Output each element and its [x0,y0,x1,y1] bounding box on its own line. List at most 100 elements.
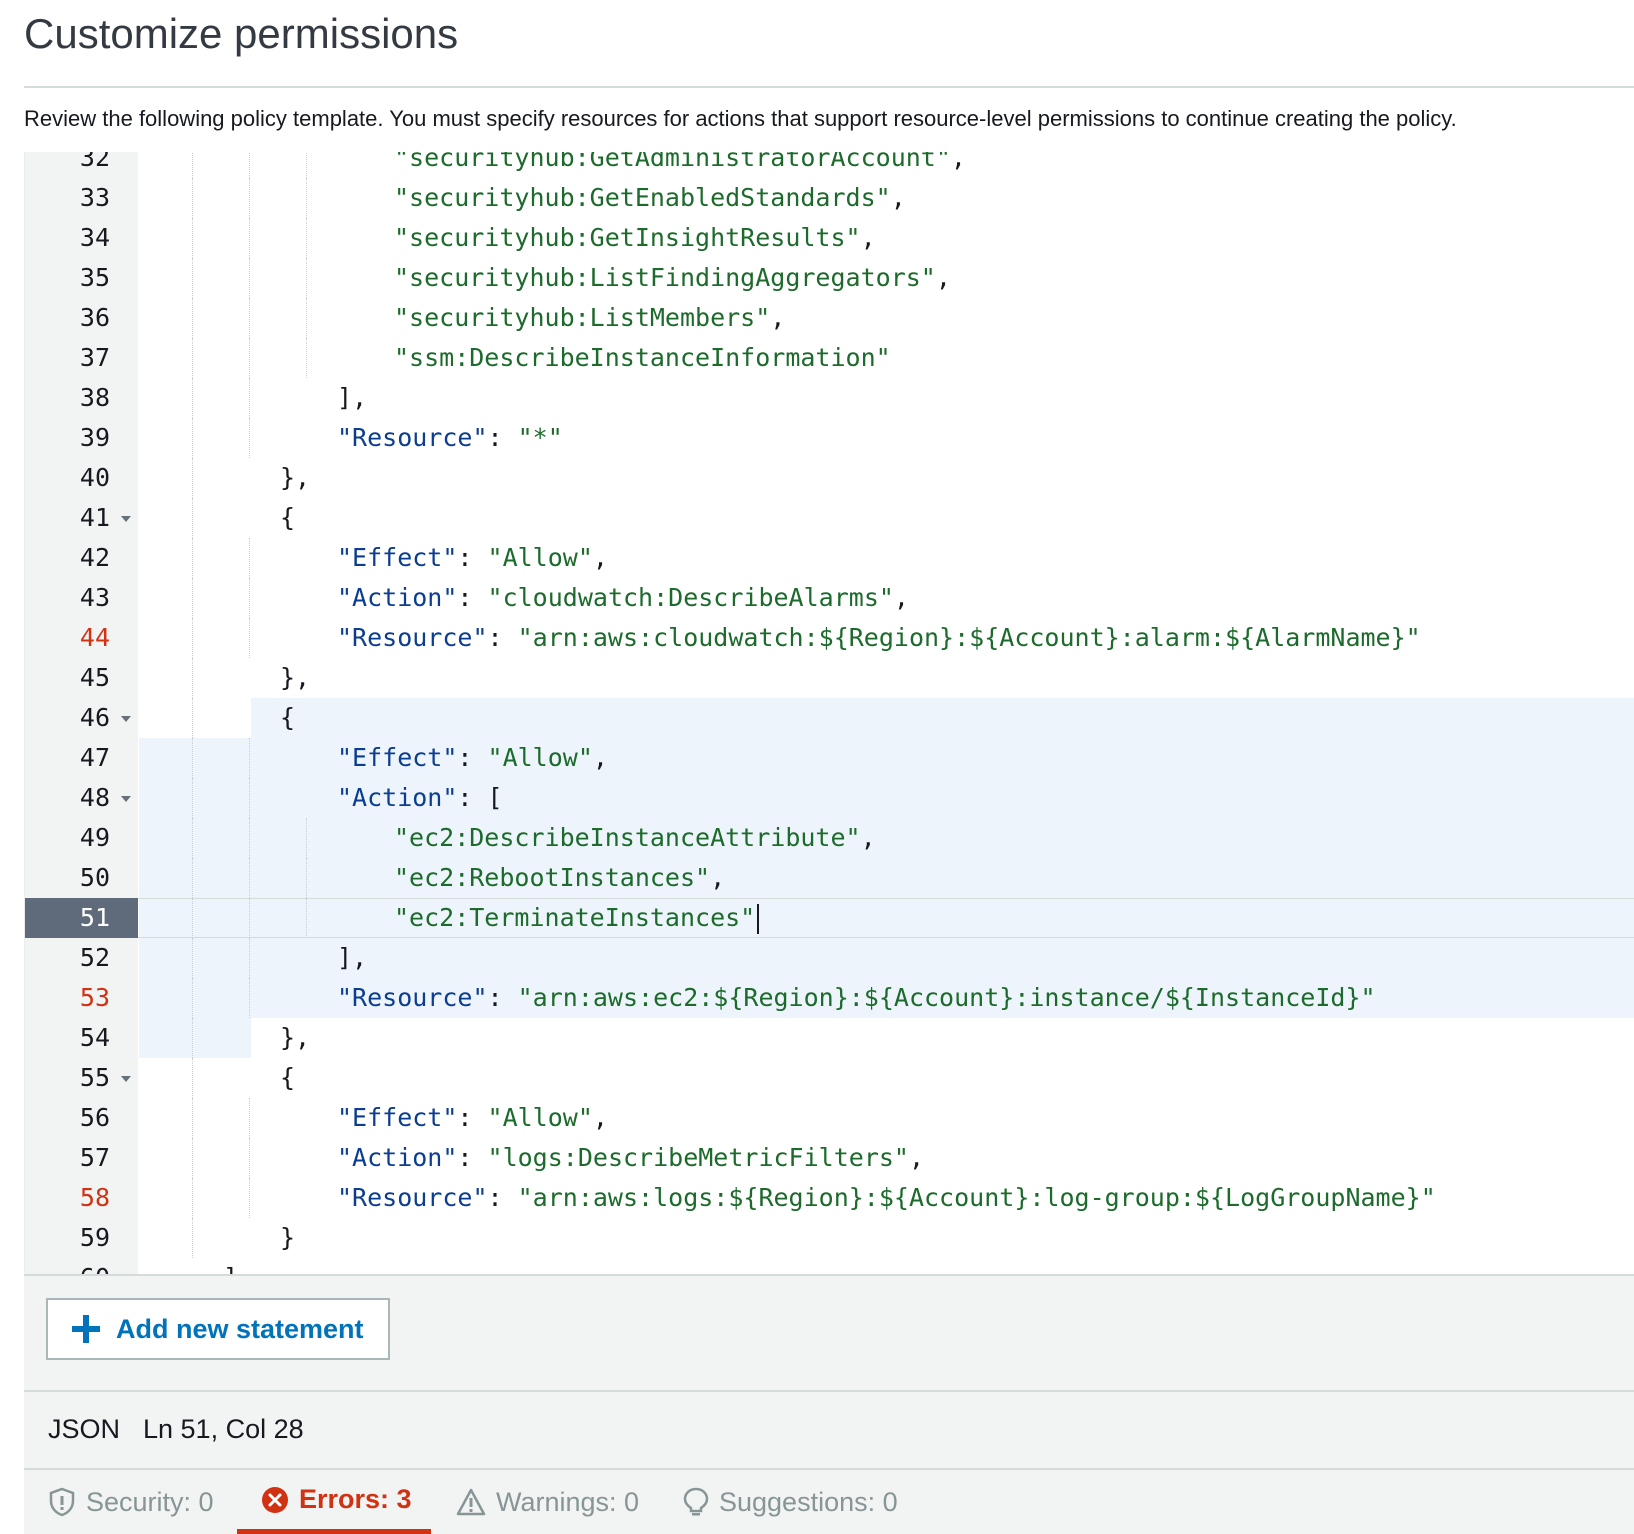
indent-guide [249,938,250,978]
code-line[interactable]: 37 "ssm:DescribeInstanceInformation" [25,338,1634,378]
indent-guide [249,858,250,898]
language-mode: JSON [48,1414,121,1444]
json-string: "arn:aws:logs:${Region}:${Account}:log-g… [517,1183,1436,1212]
json-punctuation: : [487,623,518,652]
tab-security[interactable]: Security: 0 [48,1470,214,1534]
line-number: 36 [79,303,110,332]
indent-guide [192,218,193,258]
indent-guide [249,152,250,178]
code-line[interactable]: 45}, [25,658,1634,698]
code-line[interactable]: 57 "Action": "logs:DescribeMetricFilters"… [25,1138,1634,1178]
code-line[interactable]: 53 "Resource": "arn:aws:ec2:${Region}:${A… [25,978,1634,1018]
code-line[interactable]: 43 "Action": "cloudwatch:DescribeAlarms", [25,578,1634,618]
code-line[interactable]: 56 "Effect": "Allow", [25,1098,1634,1138]
code-text: "Effect": "Allow", [337,1098,1634,1138]
code-line[interactable]: 41{ [25,498,1634,538]
code-line[interactable]: 59} [25,1218,1634,1258]
json-punctuation: ] [223,1263,238,1274]
code-line[interactable]: 32 "securityhub:GetAdministratorAccount", [25,152,1634,178]
tab-errors[interactable]: Errors: 3 [237,1470,431,1534]
fold-toggle-icon[interactable] [121,516,131,522]
text-cursor [757,904,760,934]
fold-toggle-icon[interactable] [121,796,131,802]
json-string: "ec2:DescribeInstanceAttribute" [394,823,861,852]
code-text: "securityhub:GetEnabledStandards", [394,178,1634,218]
json-punctuation: }, [280,463,311,492]
error-icon [262,1486,288,1513]
policy-json-editor[interactable]: 32 "securityhub:GetAdministratorAccount",… [24,152,1634,1274]
json-key: "Resource" [337,623,488,652]
code-line[interactable]: 60] [25,1258,1634,1274]
code-line[interactable]: 55{ [25,1058,1634,1098]
code-line[interactable]: 48 "Action": [ [25,778,1634,818]
indent-guide [249,338,250,378]
code-line[interactable]: 49 "ec2:DescribeInstanceAttribute", [25,818,1634,858]
tab-suggestions-label: Suggestions: 0 [719,1486,898,1517]
add-new-statement-button[interactable]: Add new statement [46,1298,390,1360]
tab-suggestions[interactable]: Suggestions: 0 [683,1470,898,1534]
line-number: 53 [79,983,110,1012]
code-line[interactable]: 58 "Resource": "arn:aws:logs:${Region}:${… [25,1178,1634,1218]
code-text: { [280,498,1634,538]
indent-guide [249,898,250,938]
json-string: "Allow" [487,1103,593,1132]
line-number: 38 [79,383,110,412]
indent-guide [192,618,193,658]
indent-guide [192,1178,193,1218]
json-punctuation: { [280,503,296,532]
json-punctuation: , [592,743,608,772]
code-line[interactable]: 40}, [25,458,1634,498]
code-line[interactable]: 47 "Effect": "Allow", [25,738,1634,778]
line-number: 33 [79,183,110,212]
code-line[interactable]: 51 "ec2:TerminateInstances" [25,898,1634,938]
indent-guide [192,1018,193,1058]
indent-guide [192,698,193,738]
code-line[interactable]: 35 "securityhub:ListFindingAggregators", [25,258,1634,298]
fold-toggle-icon[interactable] [121,1076,131,1082]
indent-guide [249,378,250,418]
indent-guide [192,298,193,338]
json-punctuation: : [457,1143,488,1172]
code-line[interactable]: 44 "Resource": "arn:aws:cloudwatch:${Regi… [25,618,1634,658]
code-line[interactable]: 34 "securityhub:GetInsightResults", [25,218,1634,258]
add-statement-area: Add new statement [24,1276,1634,1390]
line-number: 50 [79,863,110,892]
code-line[interactable]: 50 "ec2:RebootInstances", [25,858,1634,898]
json-key: "Resource" [337,983,488,1012]
json-punctuation: , [770,303,786,332]
code-line[interactable]: 38], [25,378,1634,418]
line-number: 59 [79,1223,110,1252]
json-string: "securityhub:GetEnabledStandards" [394,183,891,212]
line-number: 52 [79,943,110,972]
code-line[interactable]: 33 "securityhub:GetEnabledStandards", [25,178,1634,218]
code-line[interactable]: 36 "securityhub:ListMembers", [25,298,1634,338]
code-line[interactable]: 42 "Effect": "Allow", [25,538,1634,578]
code-line[interactable]: 39 "Resource": "*" [25,418,1634,458]
line-number: 43 [79,583,110,612]
json-punctuation: }, [280,663,311,692]
code-text: { [280,698,1634,738]
indent-guide [249,618,250,658]
json-string: "Allow" [487,743,593,772]
code-text: }, [280,658,1634,698]
tab-security-label: Security: 0 [86,1486,214,1517]
line-number: 56 [79,1103,110,1132]
code-text: "Action": "cloudwatch:DescribeAlarms", [337,578,1634,618]
code-text: ], [337,378,1634,418]
code-text: "Action": [ [337,778,1634,818]
code-line[interactable]: 46{ [25,698,1634,738]
code-text: "Resource": "arn:aws:cloudwatch:${Region… [337,618,1634,658]
json-punctuation: , [935,263,951,292]
code-line[interactable]: 52], [25,938,1634,978]
json-string: "arn:aws:ec2:${Region}:${Account}:instan… [517,983,1376,1012]
tab-warnings[interactable]: Warnings: 0 [456,1470,639,1534]
code-text: "Effect": "Allow", [337,738,1634,778]
code-line[interactable]: 54}, [25,1018,1634,1058]
json-string: "Allow" [487,543,593,572]
indent-guide [192,498,193,538]
fold-toggle-icon[interactable] [121,716,131,722]
json-string: "logs:DescribeMetricFilters" [487,1143,909,1172]
indent-guide [306,858,307,898]
json-punctuation: : [ [457,783,503,812]
line-number: 40 [79,463,110,492]
